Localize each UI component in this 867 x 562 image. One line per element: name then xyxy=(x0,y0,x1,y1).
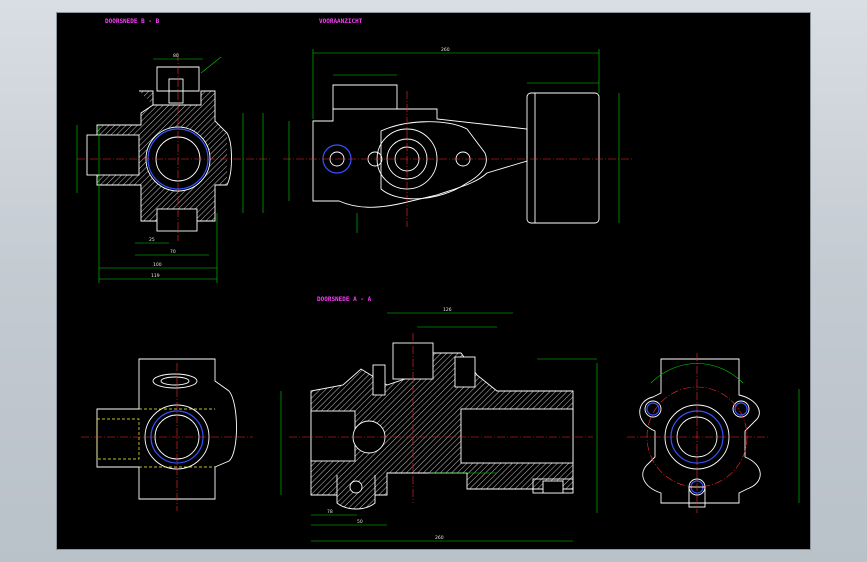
view-title-section-aa: DOORSNEDE A - A xyxy=(317,296,372,303)
dim-bb-80: 80 xyxy=(173,53,179,59)
view-front: VOORAANZICHT 260 xyxy=(283,18,633,233)
view-title-section-bb: DOORSNEDE B - B xyxy=(105,18,160,25)
view-left xyxy=(81,358,253,511)
dim-aa-78: 78 xyxy=(327,509,333,515)
dim-bb-100: 100 xyxy=(153,262,162,268)
cad-drawing: DOORSNEDE B - B 119 100 70 25 80 VOORAAN… xyxy=(76,18,800,542)
dim-aa-overall: 260 xyxy=(435,535,444,541)
dim-aa-50: 50 xyxy=(357,519,363,525)
view-section-aa: DOORSNEDE A - A 260 126 78 50 xyxy=(280,296,598,542)
view-section-bb: DOORSNEDE B - B 119 100 70 25 80 xyxy=(76,18,271,283)
view-title-front: VOORAANZICHT xyxy=(319,18,363,25)
view-right xyxy=(627,353,800,513)
dim-bb-70: 70 xyxy=(170,249,176,255)
dim-bb-25: 25 xyxy=(149,237,155,243)
dim-aa-126: 126 xyxy=(443,307,452,313)
drawing-sheet: DOORSNEDE B - B 119 100 70 25 80 VOORAAN… xyxy=(57,13,810,549)
dim-front-overall: 260 xyxy=(441,47,450,53)
dim-bb-overall: 119 xyxy=(151,273,160,279)
